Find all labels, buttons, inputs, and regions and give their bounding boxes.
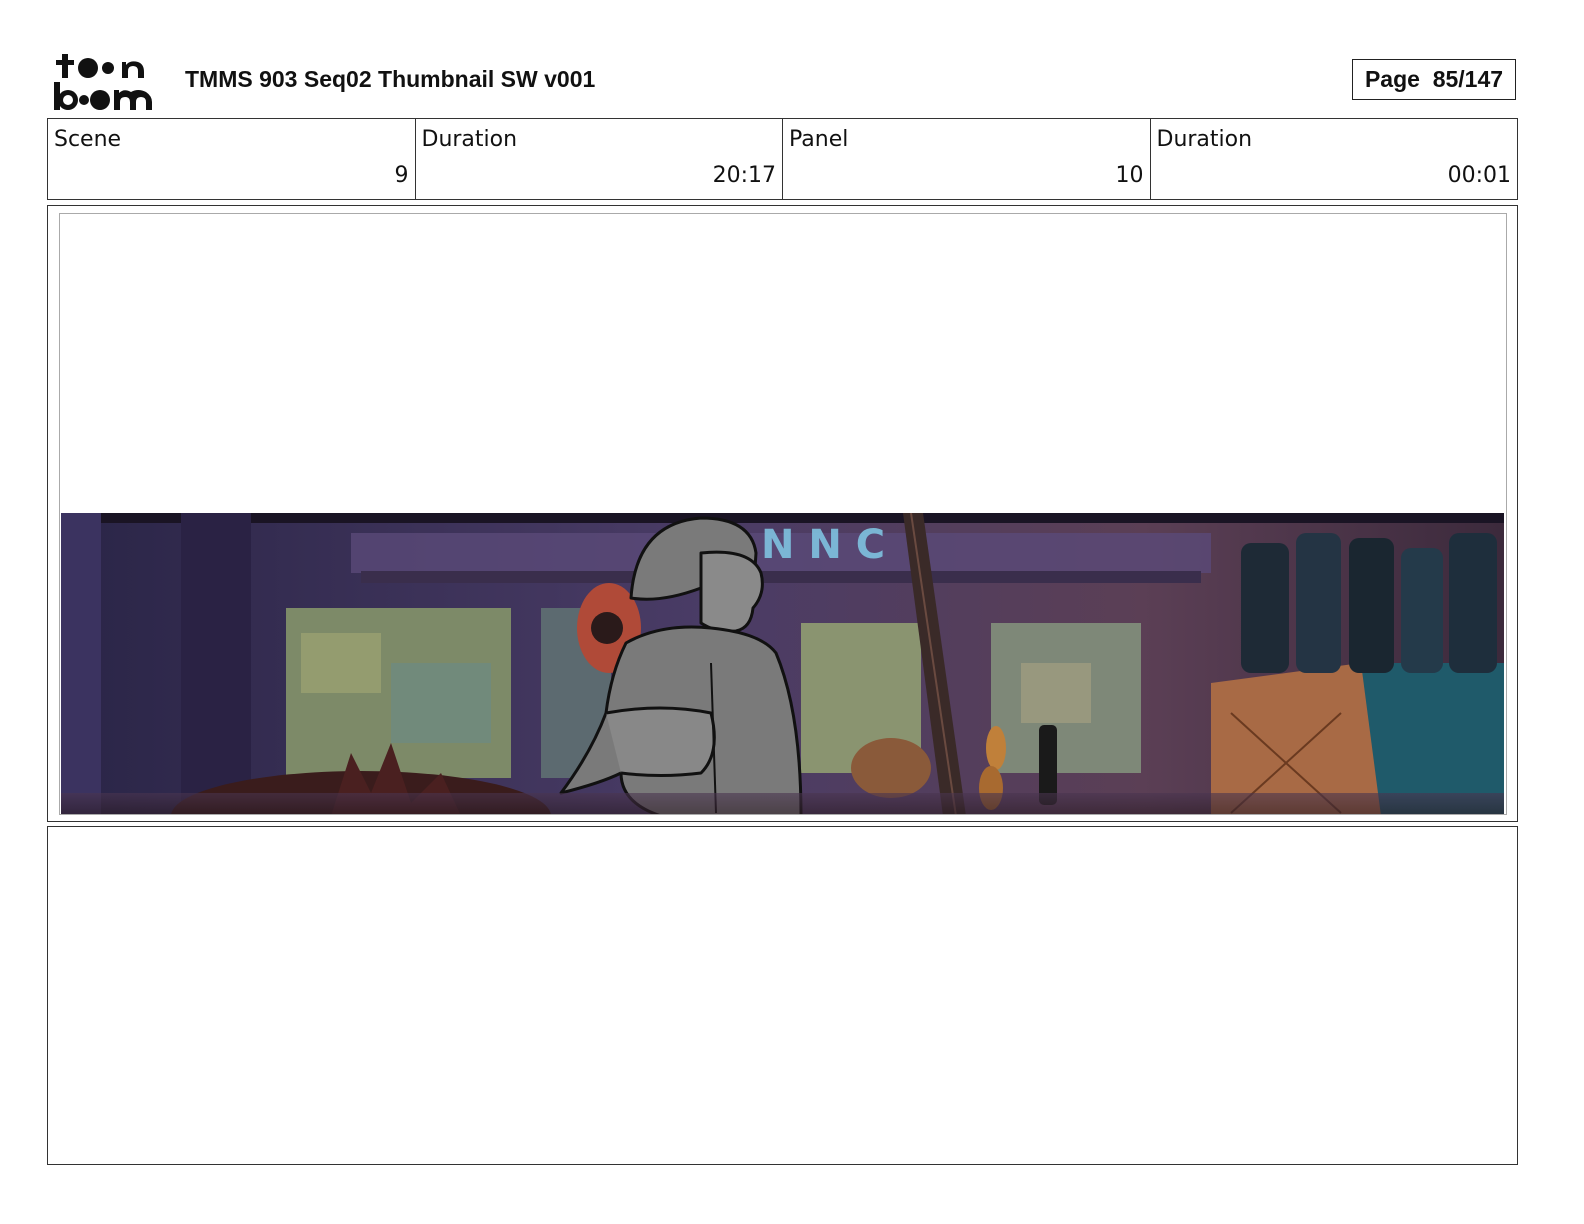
panel-label: Panel xyxy=(789,127,849,152)
scene-info-table: Scene 9 Duration 20:17 Panel 10 Duration… xyxy=(47,118,1518,200)
scene-value: 9 xyxy=(394,163,409,188)
scene-duration-label: Duration xyxy=(421,127,518,152)
panel-duration-value: 00:01 xyxy=(1447,163,1511,188)
panel-value: 10 xyxy=(1115,163,1144,188)
scene-cell: Scene 9 xyxy=(48,119,416,199)
panel-cell: Panel 10 xyxy=(783,119,1151,199)
scene-label: Scene xyxy=(54,127,122,152)
storyboard-panel: N N C xyxy=(59,213,1507,815)
scene-duration-value: 20:17 xyxy=(712,163,776,188)
scene-duration-cell: Duration 20:17 xyxy=(416,119,783,199)
toon-boom-logo xyxy=(54,54,152,110)
panel-duration-label: Duration xyxy=(1156,127,1253,152)
neon-sign-text: N N C xyxy=(761,522,885,568)
panel-duration-cell: Duration 00:01 xyxy=(1151,119,1518,199)
document-title: TMMS 903 Seq02 Thumbnail SW v001 xyxy=(185,66,596,92)
page-number: Page 85/147 xyxy=(1352,59,1516,100)
storyboard-panel-frame: N N C xyxy=(47,205,1518,822)
panel-artwork: N N C xyxy=(61,513,1504,814)
panel-notes-box xyxy=(47,826,1518,1165)
